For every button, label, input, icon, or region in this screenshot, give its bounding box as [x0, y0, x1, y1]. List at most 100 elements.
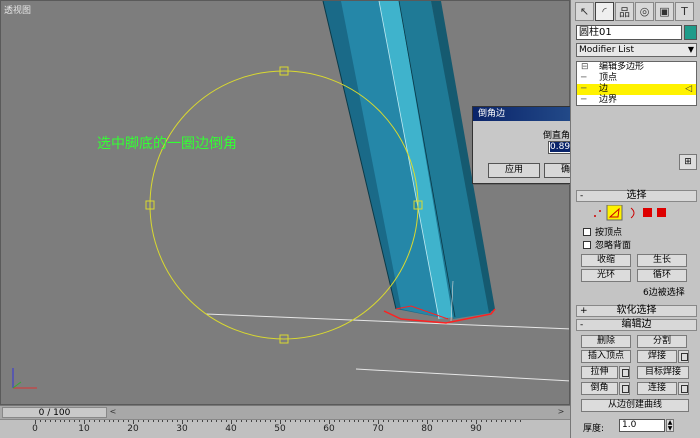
ruler-minor-tick — [412, 420, 414, 422]
ruler-minor-tick — [495, 420, 497, 422]
ruler-minor-tick — [250, 420, 252, 422]
ruler-minor-tick — [520, 420, 522, 422]
configure-icon[interactable]: ⊞ — [679, 154, 697, 170]
ruler-minor-tick — [451, 420, 453, 422]
selection-rollout-header[interactable]: - 选择 — [576, 190, 697, 202]
modifier-stack: ⊟ 编辑多边形 ─ 顶点 ─ 边 ◁ ─ 边界 — [576, 61, 697, 106]
stack-item-border[interactable]: ─ 边界 — [577, 95, 696, 105]
chamfer-settings-icon[interactable] — [619, 382, 630, 395]
thickness-input[interactable]: 1.0 — [619, 419, 665, 432]
extrude-settings-icon[interactable] — [619, 366, 630, 379]
display-tab-icon[interactable]: ▣ — [655, 2, 674, 21]
ruler-minor-tick — [226, 420, 228, 422]
ruler-tick-label: 90 — [470, 424, 482, 434]
motion-tab-icon[interactable]: ◎ — [635, 2, 654, 21]
ruler-minor-tick — [186, 420, 188, 422]
ruler-minor-tick — [221, 420, 223, 422]
ruler-tick-label: 80 — [421, 424, 433, 434]
ruler-minor-tick — [510, 420, 512, 422]
ruler-minor-tick — [407, 420, 409, 422]
ruler-minor-tick — [275, 420, 277, 422]
ruler-minor-tick — [397, 420, 399, 422]
ruler-tick-label: 10 — [78, 424, 90, 434]
by-vertex-checkbox[interactable]: 按顶点 — [583, 225, 622, 238]
ruler-minor-tick — [500, 420, 502, 422]
soft-selection-rollout-header[interactable]: + 软化选择 — [576, 305, 697, 317]
next-frame-icon[interactable]: > — [556, 407, 566, 418]
extrude-button[interactable]: 拉伸 — [581, 366, 618, 379]
ruler-minor-tick — [392, 420, 394, 422]
ruler-minor-tick — [69, 420, 71, 422]
grow-button[interactable]: 生长 — [637, 254, 687, 267]
weld-settings-icon[interactable] — [678, 350, 689, 363]
modify-tab-icon[interactable]: ◜ — [595, 2, 614, 21]
ruler-minor-tick — [456, 420, 458, 422]
ruler-minor-tick — [123, 420, 125, 422]
shrink-button[interactable]: 收缩 — [581, 254, 631, 267]
ruler-minor-tick — [382, 420, 384, 422]
ruler-minor-tick — [255, 420, 257, 422]
connect-button[interactable]: 连接 — [637, 382, 677, 395]
object-color-swatch[interactable] — [684, 25, 697, 40]
edit-edges-rollout-header[interactable]: - 编辑边 — [576, 319, 697, 331]
ruler-minor-tick — [196, 420, 198, 422]
ruler-minor-tick — [54, 420, 56, 422]
spinner-icon[interactable]: ▲▼ — [666, 419, 674, 432]
utilities-tab-icon[interactable]: T — [675, 2, 694, 21]
ring-button[interactable]: 光环 — [581, 269, 631, 282]
prev-frame-icon[interactable]: < — [108, 407, 118, 418]
track-ruler[interactable]: 0 10 20 30 40 50 60 70 80 90 — [0, 419, 570, 438]
ruler-minor-tick — [343, 420, 345, 422]
ruler-minor-tick — [324, 420, 326, 422]
ruler-minor-tick — [480, 420, 482, 422]
chamfer-button[interactable]: 倒角 — [581, 382, 618, 395]
ruler-minor-tick — [98, 420, 100, 422]
time-slider[interactable]: 0 / 100 — [2, 407, 107, 418]
ruler-minor-tick — [471, 420, 473, 422]
split-button[interactable]: 分割 — [637, 335, 687, 348]
stack-item-edge[interactable]: ─ 边 ◁ — [577, 84, 696, 95]
ruler-minor-tick — [446, 420, 448, 422]
perspective-viewport[interactable]: 透视图 选中脚底的一圈边倒角 — [0, 0, 570, 405]
ruler-minor-tick — [490, 420, 492, 422]
ruler-minor-tick — [74, 420, 76, 422]
insert-vertex-button[interactable]: 插入顶点 — [581, 350, 631, 363]
viewport-label[interactable]: 透视图 — [4, 3, 31, 16]
ruler-minor-tick — [265, 420, 267, 422]
hierarchy-tab-icon[interactable]: 品 — [615, 2, 634, 21]
stack-item-edit-poly[interactable]: ⊟ 编辑多边形 — [577, 62, 696, 73]
ruler-minor-tick — [353, 420, 355, 422]
element-mode-icon — [657, 208, 666, 217]
ruler-minor-tick — [59, 420, 61, 422]
create-shape-from-edges-button[interactable]: 从边创建曲线 — [581, 399, 689, 412]
connect-settings-icon[interactable] — [678, 382, 689, 395]
ruler-tick-label: 50 — [274, 424, 286, 434]
thickness-label: 厚度: — [583, 424, 605, 434]
ruler-minor-tick — [201, 420, 203, 422]
ruler-tick-label: 30 — [176, 424, 188, 434]
ground-line — [355, 368, 569, 382]
ruler-minor-tick — [39, 420, 41, 422]
ruler-minor-tick — [191, 420, 193, 422]
ruler-minor-tick — [93, 420, 95, 422]
remove-button[interactable]: 删除 — [581, 335, 631, 348]
command-panel: ↖ ◜ 品 ◎ ▣ T 圆柱01 Modifier List ▼ ⊟ 编辑多边形 ─… — [570, 0, 700, 438]
object-name-field[interactable]: 圆柱01 — [576, 25, 682, 40]
loop-button[interactable]: 循环 — [637, 269, 687, 282]
create-tab-icon[interactable]: ↖ — [575, 2, 594, 21]
ruler-minor-tick — [284, 420, 286, 422]
ruler-minor-tick — [44, 420, 46, 422]
modifier-list-dropdown[interactable]: Modifier List ▼ — [576, 43, 697, 57]
weld-button[interactable]: 焊接 — [637, 350, 677, 363]
ruler-minor-tick — [387, 420, 389, 422]
target-weld-button[interactable]: 目标焊接 — [637, 366, 689, 379]
ignore-backfacing-checkbox[interactable]: 忽略背面 — [583, 238, 631, 251]
ruler-minor-tick — [157, 420, 159, 422]
stack-item-vertex[interactable]: ─ 顶点 — [577, 73, 696, 84]
ruler-minor-tick — [245, 420, 247, 422]
ruler-minor-tick — [373, 420, 375, 422]
ruler-minor-tick — [461, 420, 463, 422]
ruler-minor-tick — [417, 420, 419, 422]
apply-button[interactable]: 应用 — [488, 163, 540, 178]
ruler-minor-tick — [118, 420, 120, 422]
